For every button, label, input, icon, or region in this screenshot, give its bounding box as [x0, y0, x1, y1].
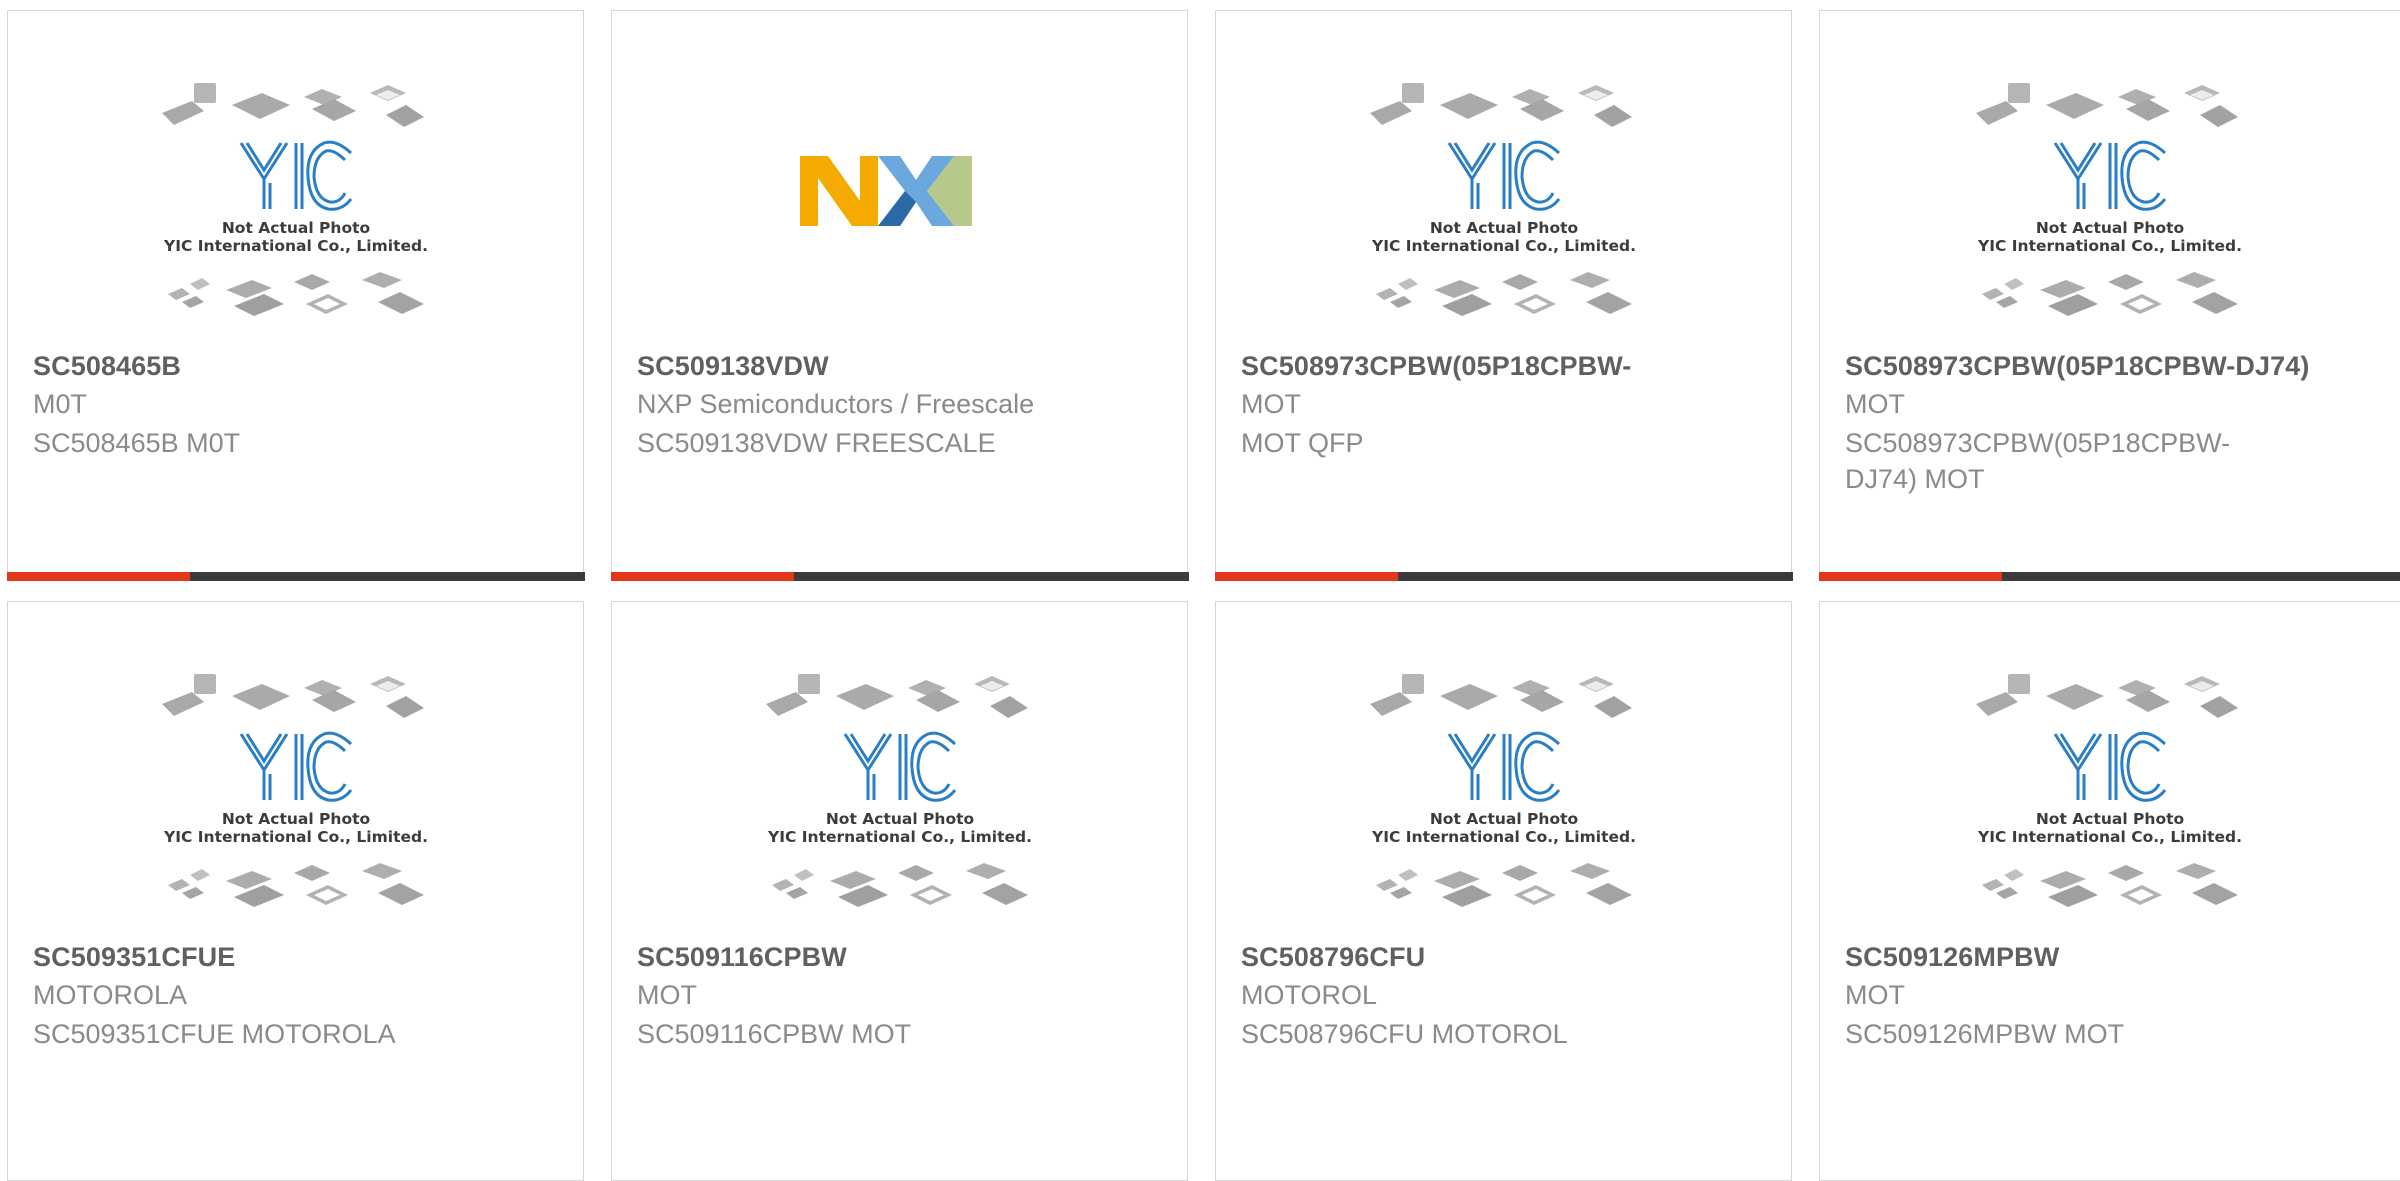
product-card[interactable]: Not Actual Photo YIC International Co., …: [1819, 10, 2400, 580]
card-bottom-bar: [1819, 572, 2400, 581]
not-actual-photo-placeholder-image: Not Actual Photo YIC International Co., …: [1960, 672, 2260, 942]
product-thumbnail[interactable]: Not Actual Photo YIC International Co., …: [1820, 672, 2400, 942]
card-bottom-bar-accent: [611, 572, 794, 581]
product-card[interactable]: SC509138VDW NXP Semiconductors / Freesca…: [611, 10, 1188, 580]
placeholder-line1: Not Actual Photo: [1429, 810, 1577, 828]
product-thumbnail[interactable]: Not Actual Photo YIC International Co., …: [1216, 672, 1791, 942]
placeholder-line1: Not Actual Photo: [221, 219, 369, 237]
product-manufacturer: MOTOROLA: [33, 980, 187, 1011]
product-description: SC509116CPBW MOT: [637, 1016, 1067, 1052]
placeholder-line2: YIC International Co., Limited.: [1977, 828, 2242, 846]
product-part-number[interactable]: SC508973CPBW(05P18CPBW-: [1241, 351, 1631, 382]
yic-logo: [2055, 733, 2165, 800]
product-thumbnail[interactable]: Not Actual Photo YIC International Co., …: [612, 672, 1187, 942]
card-bottom-bar: [7, 572, 585, 581]
product-description: SC508973CPBW(05P18CPBW-DJ74) MOT: [1845, 425, 2275, 497]
yic-logo: [241, 142, 351, 209]
not-actual-photo-placeholder-image: Not Actual Photo YIC International Co., …: [146, 81, 446, 351]
product-manufacturer: M0T: [33, 389, 87, 420]
card-bottom-bar: [1215, 572, 1793, 581]
placeholder-line1: Not Actual Photo: [2036, 810, 2184, 828]
product-manufacturer: MOT: [637, 980, 697, 1011]
placeholder-line1: Not Actual Photo: [825, 810, 973, 828]
product-description: SC508465B M0T: [33, 425, 463, 461]
product-manufacturer: NXP Semiconductors / Freescale: [637, 389, 1034, 420]
not-actual-photo-placeholder-image: Not Actual Photo YIC International Co., …: [1354, 81, 1654, 351]
card-bottom-bar-accent: [7, 572, 190, 581]
not-actual-photo-placeholder-image: Not Actual Photo YIC International Co., …: [1960, 81, 2260, 351]
product-manufacturer: MOTOROL: [1241, 980, 1377, 1011]
product-thumbnail[interactable]: Not Actual Photo YIC International Co., …: [1820, 81, 2400, 351]
placeholder-line2: YIC International Co., Limited.: [163, 237, 428, 255]
product-part-number[interactable]: SC508465B: [33, 351, 181, 382]
yic-logo: [845, 733, 955, 800]
product-description: SC509351CFUE MOTOROLA: [33, 1016, 463, 1052]
product-grid: Not Actual Photo YIC International Co., …: [0, 0, 2400, 1161]
product-part-number[interactable]: SC508796CFU: [1241, 942, 1425, 973]
card-bottom-bar-accent: [1215, 572, 1398, 581]
yic-logo: [1449, 733, 1559, 800]
placeholder-line2: YIC International Co., Limited.: [163, 828, 428, 846]
product-description: MOT QFP: [1241, 425, 1671, 461]
product-part-number[interactable]: SC509351CFUE: [33, 942, 235, 973]
yic-logo: [241, 733, 351, 800]
product-card[interactable]: Not Actual Photo YIC International Co., …: [1215, 10, 1792, 580]
product-card[interactable]: Not Actual Photo YIC International Co., …: [7, 10, 584, 580]
product-description: SC509138VDW FREESCALE: [637, 425, 1067, 461]
product-manufacturer: MOT: [1845, 980, 1905, 1011]
product-card[interactable]: Not Actual Photo YIC International Co., …: [7, 601, 584, 1181]
product-thumbnail[interactable]: Not Actual Photo YIC International Co., …: [1216, 81, 1791, 351]
yic-logo: [2055, 142, 2165, 209]
product-part-number[interactable]: SC509126MPBW: [1845, 942, 2059, 973]
product-thumbnail[interactable]: Not Actual Photo YIC International Co., …: [8, 81, 583, 351]
product-description: SC508796CFU MOTOROL: [1241, 1016, 1671, 1052]
placeholder-line2: YIC International Co., Limited.: [1371, 828, 1636, 846]
product-card[interactable]: Not Actual Photo YIC International Co., …: [1215, 601, 1792, 1181]
placeholder-line2: YIC International Co., Limited.: [1977, 237, 2242, 255]
nxp-logo: [750, 81, 1050, 351]
product-card[interactable]: Not Actual Photo YIC International Co., …: [1819, 601, 2400, 1181]
not-actual-photo-placeholder-image: Not Actual Photo YIC International Co., …: [750, 672, 1050, 942]
product-card[interactable]: Not Actual Photo YIC International Co., …: [611, 601, 1188, 1181]
card-bottom-bar-accent: [1819, 572, 2002, 581]
product-part-number[interactable]: SC509116CPBW: [637, 942, 847, 973]
placeholder-line1: Not Actual Photo: [1429, 219, 1577, 237]
product-part-number[interactable]: SC508973CPBW(05P18CPBW-DJ74): [1845, 351, 2309, 382]
not-actual-photo-placeholder-image: Not Actual Photo YIC International Co., …: [1354, 672, 1654, 942]
yic-logo: [1449, 142, 1559, 209]
placeholder-line2: YIC International Co., Limited.: [1371, 237, 1636, 255]
product-manufacturer: MOT: [1241, 389, 1301, 420]
product-thumbnail[interactable]: [612, 81, 1187, 351]
product-thumbnail[interactable]: Not Actual Photo YIC International Co., …: [8, 672, 583, 942]
placeholder-line1: Not Actual Photo: [2036, 219, 2184, 237]
card-bottom-bar: [611, 572, 1189, 581]
product-part-number[interactable]: SC509138VDW: [637, 351, 829, 382]
not-actual-photo-placeholder-image: Not Actual Photo YIC International Co., …: [146, 672, 446, 942]
product-manufacturer: MOT: [1845, 389, 1905, 420]
placeholder-line1: Not Actual Photo: [221, 810, 369, 828]
product-description: SC509126MPBW MOT: [1845, 1016, 2275, 1052]
placeholder-line2: YIC International Co., Limited.: [767, 828, 1032, 846]
